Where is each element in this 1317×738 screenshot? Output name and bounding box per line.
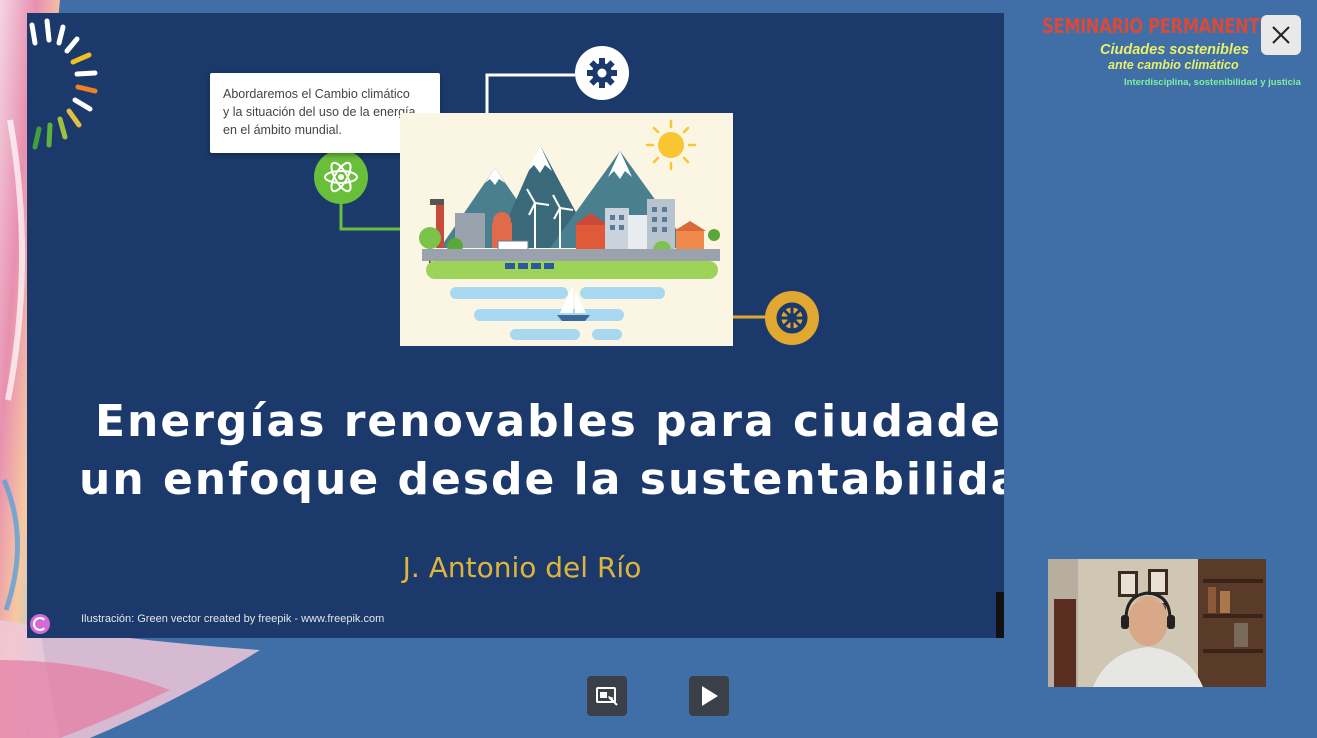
atom-icon[interactable] xyxy=(314,150,368,204)
logo-icon xyxy=(30,614,50,634)
slide-title-line-1: Energías renovables para ciudades xyxy=(95,396,1004,447)
presenter-view-icon xyxy=(596,687,618,706)
seminar-title: SEMINARIO PERMANENTE xyxy=(1042,14,1270,38)
ship-wheel-icon xyxy=(765,291,819,345)
presenter-webcam xyxy=(1048,559,1266,687)
close-button[interactable] xyxy=(1261,15,1301,55)
sun-icon xyxy=(645,119,697,171)
slide-title: Energías renovables para ciudades un enf… xyxy=(27,393,1004,509)
play-button[interactable] xyxy=(689,676,729,716)
gear-icon xyxy=(575,46,629,100)
play-icon xyxy=(702,686,718,706)
illustration-credit: Ilustración: Green vector created by fre… xyxy=(81,613,385,625)
seminar-subtitle-1: Ciudades sostenibles xyxy=(1100,42,1250,58)
slide-edge-strip xyxy=(996,592,1004,638)
seminar-tagline: Interdisciplina, sostenibilidad y justic… xyxy=(1124,77,1301,88)
seminar-subtitle-2: ante cambio climático xyxy=(1108,58,1239,72)
sustainable-city-illustration xyxy=(400,113,733,346)
close-icon xyxy=(1272,26,1290,44)
presenter-view-button[interactable] xyxy=(587,676,627,716)
callout-line-1: Abordaremos el Cambio climático xyxy=(223,87,410,101)
presentation-slide: Abordaremos el Cambio climático y la sit… xyxy=(27,13,1004,638)
slide-title-line-2: un enfoque desde la sustentabilidad xyxy=(79,454,1004,505)
slide-author: J. Antonio del Río xyxy=(402,551,642,584)
